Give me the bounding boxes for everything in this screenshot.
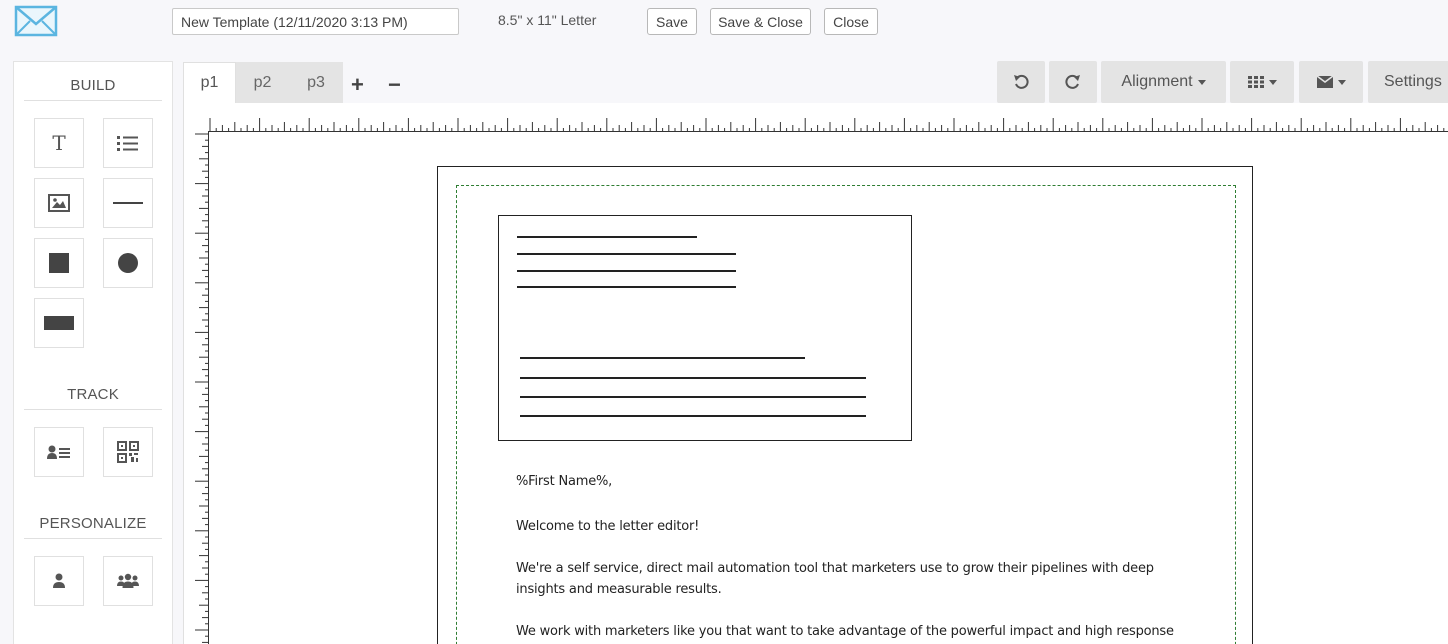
text-icon: T <box>52 131 66 155</box>
grid-dropdown[interactable] <box>1230 61 1294 103</box>
remove-page-button[interactable]: − <box>388 74 401 96</box>
return-address-line <box>517 236 697 238</box>
save-button[interactable]: Save <box>647 8 697 35</box>
circle-tool-button[interactable] <box>103 238 153 288</box>
letter-paragraph[interactable]: We work with marketers like you that wan… <box>516 621 1176 644</box>
recipient-address-line <box>520 415 866 417</box>
text-tool-button[interactable]: T <box>34 118 84 168</box>
image-icon <box>48 194 70 212</box>
single-recipient-tool-button[interactable] <box>34 556 84 606</box>
return-address-line <box>517 253 736 255</box>
template-name-input[interactable] <box>172 8 459 35</box>
recipient-address-line <box>520 357 805 359</box>
qr-code-icon <box>117 441 139 463</box>
build-section-heading: BUILD <box>24 77 162 101</box>
paper-size-label: 8.5" x 11" Letter <box>498 12 597 28</box>
contact-card-tool-button[interactable] <box>34 427 84 477</box>
return-address-line <box>517 286 736 288</box>
address-window-box[interactable] <box>498 215 912 441</box>
chevron-down-icon <box>1337 79 1346 85</box>
square-icon <box>49 253 69 273</box>
redo-button[interactable] <box>1049 61 1097 103</box>
group-recipients-tool-button[interactable] <box>103 556 153 606</box>
tab-page-2[interactable]: p2 <box>236 62 289 103</box>
undo-icon <box>1014 74 1029 89</box>
image-tool-button[interactable] <box>34 178 84 228</box>
square-tool-button[interactable] <box>34 238 84 288</box>
letter-greeting[interactable]: %First Name%, <box>516 471 1176 492</box>
grid-icon <box>1247 76 1264 88</box>
contact-card-icon <box>47 445 70 459</box>
alignment-label: Alignment <box>1121 73 1193 90</box>
tool-sidebar: BUILD T TRACK PERSONALIZE <box>13 61 173 644</box>
line-tool-button[interactable] <box>103 178 153 228</box>
list-icon <box>117 136 138 151</box>
close-button[interactable]: Close <box>824 8 878 35</box>
list-tool-button[interactable] <box>103 118 153 168</box>
tab-page-3[interactable]: p3 <box>289 62 343 103</box>
track-section-heading: TRACK <box>24 386 162 410</box>
letter-paragraph[interactable]: We're a self service, direct mail automa… <box>516 558 1176 600</box>
redo-icon <box>1065 74 1080 89</box>
add-page-button[interactable]: + <box>351 74 364 96</box>
chevron-down-icon <box>1268 79 1277 85</box>
rectangle-icon <box>44 316 74 330</box>
circle-icon <box>118 253 138 273</box>
save-close-button[interactable]: Save & Close <box>710 8 811 35</box>
horizontal-line-icon <box>113 202 143 204</box>
mail-dropdown[interactable] <box>1299 61 1363 103</box>
return-address-line <box>517 270 736 272</box>
tab-page-1[interactable]: p1 <box>183 62 236 103</box>
chevron-down-icon <box>1197 79 1206 85</box>
envelope-logo-icon <box>14 5 58 37</box>
qr-code-tool-button[interactable] <box>103 427 153 477</box>
settings-button[interactable]: Settings <box>1368 61 1448 103</box>
user-icon <box>53 573 65 588</box>
envelope-icon <box>1316 76 1333 88</box>
recipient-address-line <box>520 377 866 379</box>
personalize-section-heading: PERSONALIZE <box>24 515 162 539</box>
horizontal-ruler <box>208 118 1448 132</box>
undo-button[interactable] <box>997 61 1045 103</box>
recipient-address-line <box>520 396 866 398</box>
rectangle-tool-button[interactable] <box>34 298 84 348</box>
letter-paragraph[interactable]: Welcome to the letter editor! <box>516 516 1176 537</box>
alignment-dropdown[interactable]: Alignment <box>1101 61 1226 103</box>
vertical-ruler <box>195 132 209 644</box>
users-group-icon <box>117 573 139 588</box>
